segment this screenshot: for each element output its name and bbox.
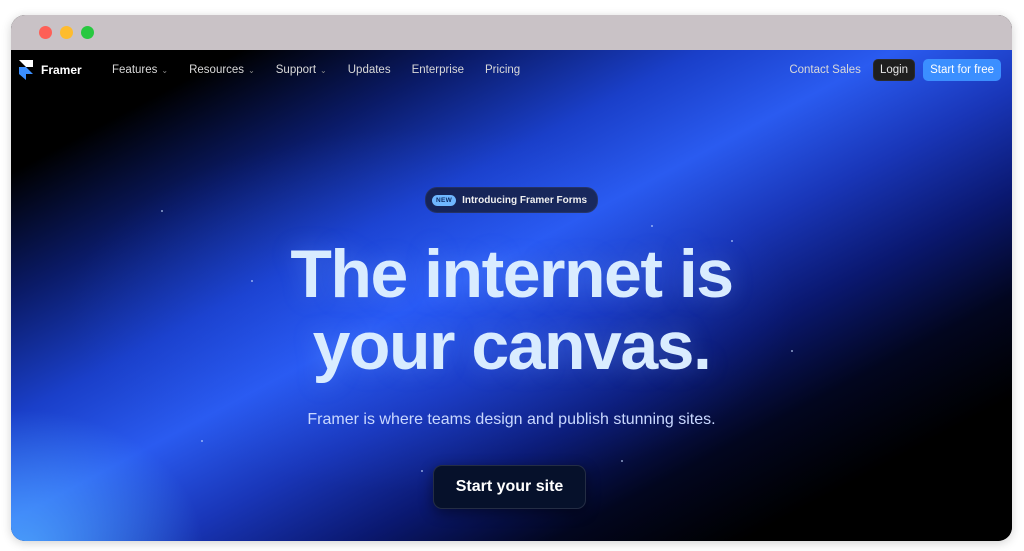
framer-logo[interactable]: Framer	[19, 60, 82, 80]
announcement-text: Introducing Framer Forms	[462, 194, 588, 206]
headline-line-1: The internet is	[290, 236, 734, 312]
nav-item-enterprise[interactable]: Enterprise	[412, 64, 464, 76]
nav-item-updates[interactable]: Updates	[348, 64, 391, 76]
window-titlebar	[11, 15, 1012, 50]
nav-actions: Contact Sales Login Start for free	[789, 58, 1001, 82]
star-particle	[161, 210, 163, 212]
headline-line-2: your canvas.	[312, 308, 712, 384]
nav-item-pricing[interactable]: Pricing	[485, 64, 520, 76]
star-particle	[421, 470, 423, 472]
hero-headline: The internet is your canvas.	[11, 238, 1012, 382]
page-viewport: Framer Features ⌄ Resources ⌄ Support ⌄ …	[11, 50, 1012, 541]
nav-item-resources[interactable]: Resources ⌄	[189, 64, 255, 76]
nav-item-features[interactable]: Features ⌄	[112, 64, 168, 76]
start-your-site-button[interactable]: Start your site	[433, 465, 586, 509]
maximize-window-button[interactable]	[81, 26, 94, 39]
chevron-down-icon: ⌄	[248, 65, 255, 75]
chevron-down-icon: ⌄	[320, 65, 327, 75]
nav-item-label: Resources	[189, 64, 245, 76]
nav-item-label: Enterprise	[411, 64, 465, 76]
star-particle	[201, 440, 203, 442]
star-particle	[621, 460, 623, 462]
star-particle	[651, 225, 653, 227]
chevron-down-icon: ⌄	[161, 65, 169, 75]
hero-subtitle: Framer is where teams design and publish…	[307, 411, 716, 428]
new-badge: NEW	[432, 194, 457, 206]
nav-item-label: Features	[112, 64, 158, 76]
nav-item-label: Pricing	[485, 64, 521, 76]
start-for-free-button[interactable]: Start for free	[923, 59, 1001, 81]
contact-sales-link[interactable]: Contact Sales	[789, 64, 861, 76]
brand-name: Framer	[41, 63, 82, 77]
framer-logo-icon	[19, 60, 33, 80]
nav-item-support[interactable]: Support ⌄	[276, 64, 327, 76]
top-navbar: Framer Features ⌄ Resources ⌄ Support ⌄ …	[11, 50, 1012, 90]
nav-links: Features ⌄ Resources ⌄ Support ⌄ Updates…	[112, 50, 520, 90]
browser-window: Framer Features ⌄ Resources ⌄ Support ⌄ …	[11, 15, 1012, 541]
minimize-window-button[interactable]	[60, 26, 73, 39]
announcement-badge[interactable]: NEW Introducing Framer Forms	[425, 187, 599, 213]
login-button[interactable]: Login	[872, 59, 916, 81]
nav-item-label: Support	[275, 64, 317, 76]
close-window-button[interactable]	[39, 26, 52, 39]
nav-item-label: Updates	[347, 64, 391, 76]
